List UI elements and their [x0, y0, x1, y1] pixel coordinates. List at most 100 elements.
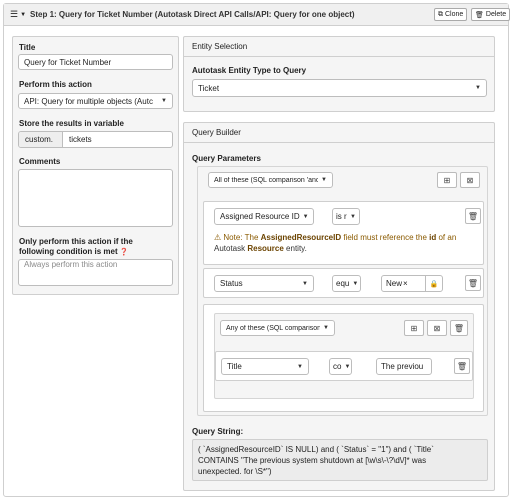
entity-type-value: Ticket — [198, 83, 220, 93]
rule-field-select[interactable]: Assigned Resource ID ▼ — [214, 208, 314, 225]
rule-operator-value: is r — [336, 212, 347, 221]
query-params-label: Query Parameters — [192, 154, 261, 163]
rule-field-value: Assigned Resource ID — [220, 212, 300, 221]
trash-icon: 🗑 — [475, 11, 484, 19]
rule-field-value: Title — [227, 362, 242, 371]
chevron-down-icon: ▼ — [302, 280, 308, 287]
rule-row: Assigned Resource ID ▼ is r ▼ 🗑 ⚠ Note: … — [203, 201, 484, 265]
note-resource: Resource — [247, 244, 284, 253]
entity-type-label: Autotask Entity Type to Query — [192, 66, 307, 75]
subgroup-condition-value: Any of these (SQL comparison — [226, 324, 321, 332]
comments-textarea[interactable] — [18, 169, 173, 227]
rule-operator-select[interactable]: is r ▼ — [332, 208, 360, 225]
entity-type-select[interactable]: Ticket ▼ — [192, 79, 487, 97]
condition-label: Only perform this action if the followin… — [19, 237, 133, 258]
chevron-down-icon: ▼ — [323, 325, 329, 331]
query-builder-title: Query Builder — [184, 123, 494, 143]
note-text: Autotask — [214, 244, 248, 253]
query-string-output: ( `AssignedResourceID` IS NULL) and ( `S… — [192, 439, 488, 481]
add-rule-button[interactable]: ⊞ — [404, 320, 424, 336]
trash-icon: 🗑 — [467, 211, 479, 221]
rule-field-select[interactable]: Status ▼ — [214, 275, 314, 292]
add-rule-button[interactable]: ⊞ — [437, 172, 457, 188]
rule-row: Title ▼ co ▼ The previou 🗑 — [215, 351, 473, 381]
add-group-button[interactable]: ⊠ — [427, 320, 447, 336]
step-header[interactable]: ☰ ▼ Step 1: Query for Ticket Number (Aut… — [4, 4, 511, 26]
title-input[interactable]: Query for Ticket Number — [18, 54, 173, 70]
trash-icon: 🗑 — [456, 361, 468, 371]
rule-note: ⚠ Note: The AssignedResourceID field mus… — [214, 232, 456, 254]
action-label: Perform this action — [19, 80, 92, 89]
rule-field-select[interactable]: Title ▼ — [221, 358, 309, 375]
help-circle-icon[interactable]: ❓ — [120, 249, 129, 256]
remove-tag-icon[interactable]: × — [403, 279, 408, 288]
action-select-value: API: Query for multiple objects (Autc — [24, 96, 153, 106]
query-string-line: ( `AssignedResourceID` IS NULL) and ( `S… — [198, 445, 434, 454]
query-string-label: Query String: — [192, 427, 244, 436]
chevron-down-icon: ▼ — [321, 177, 327, 183]
query-builder-panel: Query Builder Query Parameters All of th… — [183, 122, 495, 491]
action-settings-panel: Title Query for Ticket Number Perform th… — [12, 36, 179, 295]
note-text: entity. — [283, 244, 307, 253]
chevron-down-icon[interactable]: ▼ — [20, 12, 26, 18]
subgroup-condition-select[interactable]: Any of these (SQL comparison ▼ — [220, 320, 335, 336]
delete-group-button[interactable]: 🗑 — [450, 320, 468, 336]
hamburger-icon[interactable]: ☰ — [10, 9, 18, 20]
add-group-icon: ⊠ — [433, 323, 441, 333]
chevron-down-icon: ▼ — [302, 213, 309, 220]
copy-icon: ⧉ — [438, 10, 443, 18]
variable-prefix: custom. — [19, 132, 63, 147]
chevron-down-icon: ▼ — [475, 85, 481, 91]
chevron-down-icon: ▼ — [350, 213, 356, 220]
rule-row: Status ▼ equ ▼ New × 🔒 🗑 — [203, 268, 484, 298]
trash-icon: 🗑 — [453, 323, 465, 333]
step-title: Step 1: Query for Ticket Number (Autotas… — [30, 10, 355, 19]
query-string-line: unexpected. for \S*") — [198, 467, 272, 476]
clone-button[interactable]: ⧉ Clone — [434, 8, 468, 21]
store-variable-input[interactable]: custom. tickets — [18, 131, 173, 148]
query-subgroup: Any of these (SQL comparison ▼ ⊞ ⊠ 🗑 Tit… — [203, 304, 484, 412]
store-label: Store the results in variable — [19, 119, 124, 128]
condition-label-line1: Only perform this action if the — [19, 237, 133, 246]
rule-operator-select[interactable]: co ▼ — [329, 358, 352, 375]
delete-button[interactable]: 🗑 Delete — [471, 8, 511, 21]
query-string-line: CONTAINS "The previous system shutdown a… — [198, 456, 427, 465]
note-text: of an — [436, 233, 457, 242]
delete-rule-button[interactable]: 🗑 — [465, 208, 481, 224]
condition-input[interactable]: Always perform this action — [18, 259, 173, 286]
query-group: All of these (SQL comparison 'anc ▼ ⊞ ⊠ … — [197, 166, 488, 416]
group-condition-select[interactable]: All of these (SQL comparison 'anc ▼ — [208, 172, 333, 188]
comments-label: Comments — [19, 157, 61, 166]
add-rule-icon: ⊞ — [443, 175, 451, 185]
trash-icon: 🗑 — [467, 278, 479, 288]
note-text: field must reference the — [341, 233, 430, 242]
add-group-button[interactable]: ⊠ — [460, 172, 480, 188]
subgroup-inner: Any of these (SQL comparison ▼ ⊞ ⊠ 🗑 Tit… — [214, 313, 474, 399]
delete-rule-button[interactable]: 🗑 — [465, 275, 481, 291]
chevron-down-icon: ▼ — [161, 98, 167, 104]
chevron-down-icon: ▼ — [352, 280, 359, 287]
chevron-down-icon: ▼ — [344, 363, 351, 370]
title-label: Title — [19, 43, 36, 52]
add-group-icon: ⊠ — [466, 175, 474, 185]
add-rule-icon: ⊞ — [410, 323, 418, 333]
delete-label: Delete — [485, 11, 507, 18]
rule-operator-select[interactable]: equ ▼ — [332, 275, 361, 292]
clone-label: Clone — [445, 11, 464, 18]
value-tag: New — [386, 279, 403, 288]
rule-value-tag-input[interactable]: New × 🔒 — [381, 275, 443, 292]
rule-field-value: Status — [220, 279, 243, 288]
note-text: Note: The — [223, 233, 261, 242]
chevron-down-icon: ▼ — [297, 363, 303, 370]
entity-section-title: Entity Selection — [184, 37, 494, 57]
rule-operator-value: co — [333, 362, 342, 371]
action-select[interactable]: API: Query for multiple objects (Autc ▼ — [18, 93, 173, 109]
delete-rule-button[interactable]: 🗑 — [454, 358, 470, 374]
rule-operator-value: equ — [336, 279, 350, 288]
condition-placeholder: Always perform this action — [24, 260, 118, 269]
rule-value-input[interactable]: The previou — [376, 358, 432, 375]
entity-selection-panel: Entity Selection Autotask Entity Type to… — [183, 36, 495, 112]
warning-icon: ⚠ — [214, 233, 222, 242]
condition-label-line2: following condition is met — [19, 247, 118, 256]
lock-icon[interactable]: 🔒 — [425, 276, 442, 291]
